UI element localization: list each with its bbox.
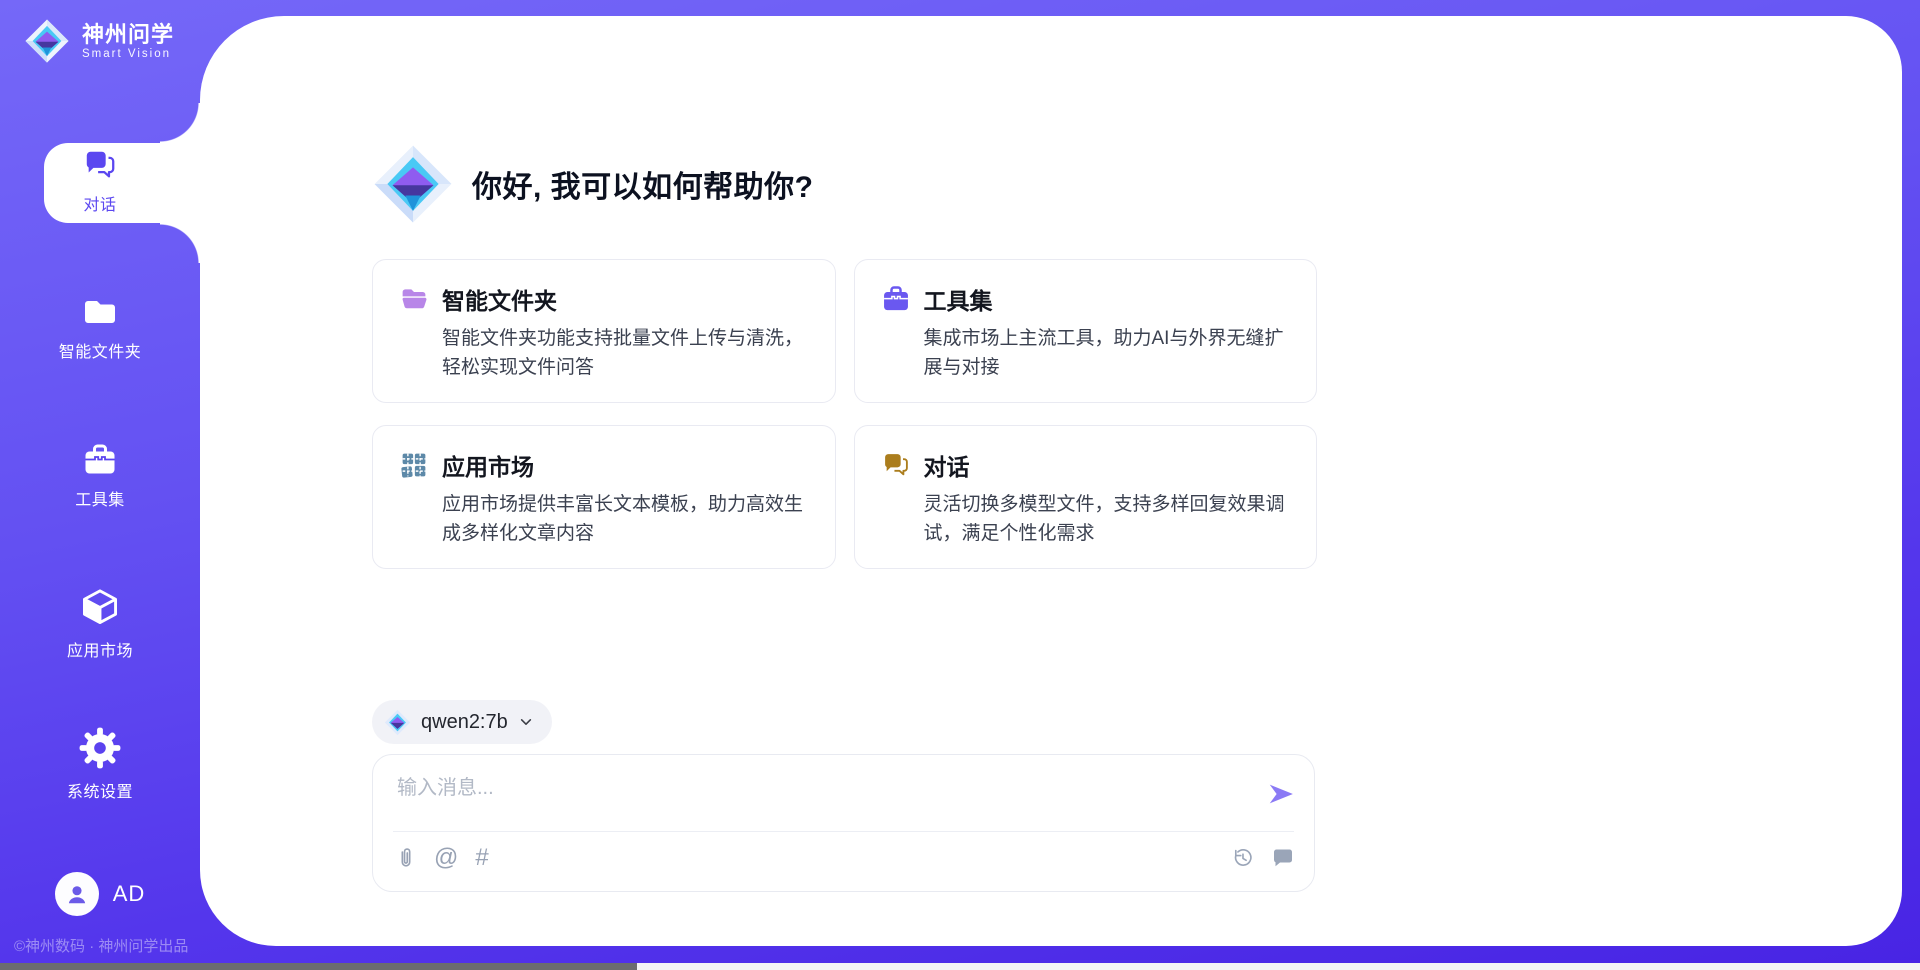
quick-reply-bubble-icon[interactable] [1270, 845, 1294, 869]
sidebar-item-label: 应用市场 [67, 637, 133, 661]
card-title: 对话 [924, 448, 970, 482]
brand-logo-block: 神州问学 Smart Vision [24, 18, 174, 64]
card-smart-folder[interactable]: 智能文件夹 智能文件夹功能支持批量文件上传与清洗，轻松实现文件问答 [372, 259, 836, 403]
sidebar-item-label: 智能文件夹 [59, 338, 142, 362]
gear-icon [79, 727, 121, 769]
attachment-icon[interactable] [395, 845, 417, 871]
brand-diamond-logo-icon [24, 18, 70, 64]
card-app-market[interactable]: 应用市场 应用市场提供丰富长文本模板，助力高效生成多样化文章内容 [372, 425, 836, 569]
tab-fillet-bottom [160, 223, 200, 263]
composer-toolbar-right [1231, 845, 1294, 869]
card-header: 智能文件夹 [399, 282, 809, 316]
card-title: 应用市场 [442, 448, 534, 482]
card-title: 智能文件夹 [442, 282, 557, 316]
send-button[interactable] [1266, 779, 1296, 809]
greeting-block: 你好, 我可以如何帮助你? [372, 143, 814, 225]
sidebar-item-label: 对话 [83, 191, 116, 215]
tab-fillet-top [160, 103, 200, 143]
model-name: qwen2:7b [421, 711, 508, 734]
copyright-footer: ©神州数码 · 神州问学出品 [14, 935, 188, 956]
message-input[interactable] [395, 769, 1249, 825]
greeting-text: 你好, 我可以如何帮助你? [472, 162, 814, 206]
toolbox-icon [881, 284, 911, 314]
chat-bubbles-icon [881, 450, 911, 480]
card-description: 应用市场提供丰富长文本模板，助力高效生成多样化文章内容 [442, 491, 809, 548]
app-window: 神州问学 Smart Vision 对话 智能文件夹 工具集 [0, 0, 1920, 970]
hashtag-icon[interactable]: # [475, 846, 488, 870]
folder-icon [81, 295, 119, 329]
card-description: 集成市场上主流工具，助力AI与外界无缝扩展与对接 [924, 325, 1291, 382]
sidebar-item-label: 系统设置 [67, 778, 133, 802]
card-header: 工具集 [881, 282, 1291, 316]
message-composer: @ # [372, 754, 1315, 892]
user-account[interactable]: AD [0, 872, 200, 916]
composer-divider [393, 831, 1294, 832]
card-title: 工具集 [924, 282, 993, 316]
card-header: 对话 [881, 448, 1291, 482]
sidebar-item-chat[interactable]: 对话 [0, 148, 200, 215]
brand-subtitle: Smart Vision [82, 48, 174, 60]
tile-grid-icon [399, 450, 429, 480]
person-icon [64, 881, 90, 907]
sidebar-item-toolset[interactable]: 工具集 [0, 443, 200, 510]
sidebar-item-app-market[interactable]: 应用市场 [0, 586, 200, 661]
window-bottom-edge-right [637, 963, 1920, 970]
mention-icon[interactable]: @ [434, 846, 458, 870]
card-toolset[interactable]: 工具集 集成市场上主流工具，助力AI与外界无缝扩展与对接 [854, 259, 1318, 403]
assistant-diamond-logo-icon [372, 143, 454, 225]
sidebar-item-label: 工具集 [75, 486, 125, 510]
card-chat[interactable]: 对话 灵活切换多模型文件，支持多样回复效果调试，满足个性化需求 [854, 425, 1318, 569]
cube-icon [80, 586, 120, 628]
card-description: 灵活切换多模型文件，支持多样回复效果调试，满足个性化需求 [924, 491, 1291, 548]
feature-cards: 智能文件夹 智能文件夹功能支持批量文件上传与清洗，轻松实现文件问答 工具集 集成… [372, 259, 1317, 569]
chevron-down-icon [518, 714, 534, 730]
card-header: 应用市场 [399, 448, 809, 482]
history-icon[interactable] [1231, 846, 1254, 869]
card-description: 智能文件夹功能支持批量文件上传与清洗，轻松实现文件问答 [442, 325, 809, 382]
model-diamond-logo-icon [384, 709, 411, 736]
send-plane-icon [1266, 779, 1296, 809]
model-selector[interactable]: qwen2:7b [372, 700, 552, 744]
folder-open-icon [399, 284, 429, 314]
chat-bubbles-icon [83, 148, 117, 182]
toolbox-icon [81, 443, 119, 477]
sidebar-item-smart-folder[interactable]: 智能文件夹 [0, 295, 200, 362]
composer-toolbar: @ # [395, 845, 489, 871]
window-bottom-edge-left [0, 963, 637, 970]
sidebar-item-settings[interactable]: 系统设置 [0, 727, 200, 802]
avatar [55, 872, 99, 916]
brand-name: 神州问学 [82, 22, 174, 47]
user-initials: AD [113, 881, 146, 907]
